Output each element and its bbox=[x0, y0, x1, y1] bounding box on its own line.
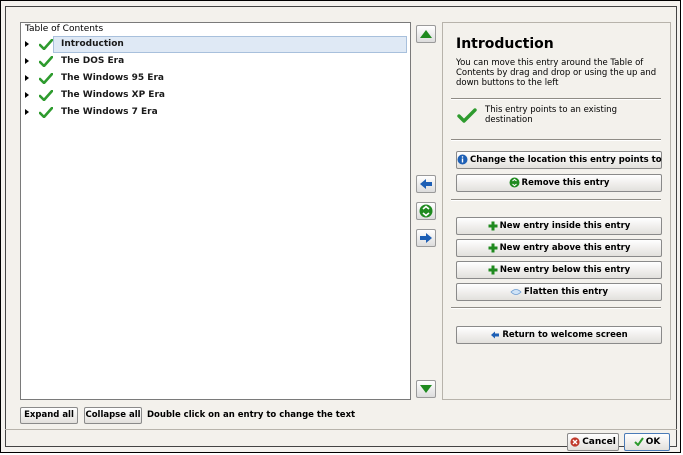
new-below-button[interactable]: New entry below this entry bbox=[456, 261, 662, 279]
expand-all-button[interactable]: Expand all bbox=[20, 407, 78, 424]
toc-entry-label: Introduction bbox=[61, 39, 124, 49]
collapse-all-button[interactable]: Collapse all bbox=[84, 407, 142, 424]
toc-header: Table of Contents bbox=[25, 24, 104, 34]
toc-entry[interactable]: The Windows XP Era bbox=[21, 87, 410, 104]
divider bbox=[5, 429, 677, 430]
cancel-button[interactable]: Cancel bbox=[567, 433, 619, 451]
flatten-label: Flatten this entry bbox=[523, 287, 609, 297]
expand-triangle-icon[interactable] bbox=[25, 41, 29, 47]
toc-entry-label: The DOS Era bbox=[61, 56, 125, 66]
remove-entry-label: Remove this entry bbox=[521, 178, 610, 188]
checkmark-icon bbox=[39, 56, 53, 67]
expand-triangle-icon[interactable] bbox=[25, 92, 29, 98]
flatten-button[interactable]: Flatten this entry bbox=[456, 283, 662, 301]
new-inside-label: New entry inside this entry bbox=[499, 221, 631, 231]
move-up-button[interactable] bbox=[416, 25, 436, 43]
ok-button[interactable]: OK bbox=[624, 433, 670, 451]
checkmark-icon bbox=[39, 73, 53, 84]
new-above-label: New entry above this entry bbox=[499, 243, 631, 253]
checkmark-icon bbox=[39, 90, 53, 101]
change-location-label: Change the location this entry points to bbox=[470, 155, 662, 165]
flatten-icon bbox=[510, 288, 522, 295]
move-down-button[interactable] bbox=[416, 380, 436, 398]
info-icon bbox=[457, 154, 468, 165]
plus-icon bbox=[488, 243, 498, 252]
return-welcome-button[interactable]: Return to welcome screen bbox=[456, 326, 662, 344]
arrow-up-icon bbox=[420, 30, 432, 38]
cancel-label: Cancel bbox=[582, 437, 616, 447]
remove-entry-button[interactable]: Remove this entry bbox=[456, 174, 662, 192]
divider bbox=[451, 139, 661, 141]
dialog-window: Table of Contents Introduction The DOS E… bbox=[0, 0, 681, 453]
cancel-icon bbox=[570, 436, 580, 447]
remove-entry-side-button[interactable] bbox=[416, 202, 436, 220]
checkmark-icon bbox=[633, 437, 644, 446]
checkmark-icon bbox=[39, 107, 53, 118]
entry-status: This entry points to an existing destina… bbox=[453, 105, 663, 129]
recycle-icon bbox=[509, 177, 520, 188]
checkmark-icon bbox=[457, 108, 477, 123]
toc-entry[interactable]: Introduction bbox=[21, 36, 410, 53]
plus-icon bbox=[488, 265, 498, 274]
new-below-label: New entry below this entry bbox=[499, 265, 631, 275]
divider bbox=[451, 98, 661, 100]
checkmark-icon bbox=[39, 39, 53, 50]
toc-entry[interactable]: The Windows 95 Era bbox=[21, 70, 410, 87]
arrow-left-icon bbox=[420, 179, 432, 189]
entry-details-panel: Introduction You can move this entry aro… bbox=[442, 22, 671, 400]
ok-label: OK bbox=[645, 437, 661, 447]
return-welcome-label: Return to welcome screen bbox=[502, 330, 628, 340]
divider bbox=[451, 199, 661, 201]
arrow-left-icon bbox=[491, 331, 500, 338]
arrow-right-icon bbox=[420, 233, 432, 243]
new-above-button[interactable]: New entry above this entry bbox=[456, 239, 662, 257]
entry-description: You can move this entry around the Table… bbox=[456, 58, 657, 88]
entry-title: Introduction bbox=[456, 36, 554, 52]
entry-status-text: This entry points to an existing destina… bbox=[485, 105, 617, 125]
toc-entry-label: The Windows 7 Era bbox=[61, 107, 158, 117]
expand-triangle-icon[interactable] bbox=[25, 109, 29, 115]
new-inside-button[interactable]: New entry inside this entry bbox=[456, 217, 662, 235]
divider bbox=[451, 307, 661, 309]
plus-icon bbox=[488, 221, 498, 230]
arrow-down-icon bbox=[420, 385, 432, 393]
toc-entry-label: The Windows 95 Era bbox=[61, 73, 164, 83]
expand-triangle-icon[interactable] bbox=[25, 75, 29, 81]
toc-tree[interactable]: Table of Contents Introduction The DOS E… bbox=[20, 22, 411, 400]
hint-text: Double click on an entry to change the t… bbox=[147, 410, 356, 420]
expand-triangle-icon[interactable] bbox=[25, 58, 29, 64]
recycle-icon bbox=[419, 204, 433, 218]
toc-entry[interactable]: The DOS Era bbox=[21, 53, 410, 70]
indent-button[interactable] bbox=[416, 229, 436, 247]
dedent-button[interactable] bbox=[416, 175, 436, 193]
toc-entry-label: The Windows XP Era bbox=[61, 90, 165, 100]
toc-entry[interactable]: The Windows 7 Era bbox=[21, 104, 410, 121]
change-location-button[interactable]: Change the location this entry points to bbox=[456, 151, 662, 169]
